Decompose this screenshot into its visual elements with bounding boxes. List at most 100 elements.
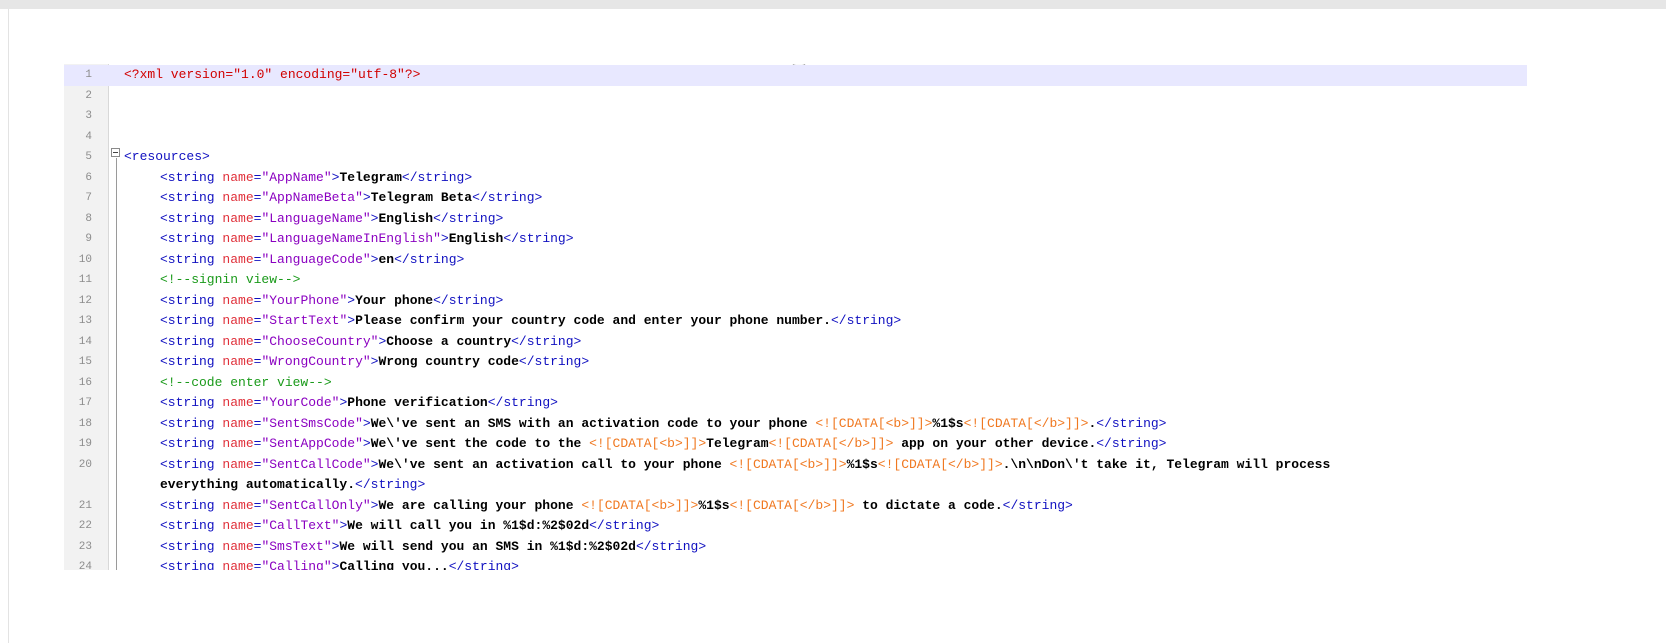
token: "SentSmsCode"	[261, 415, 363, 431]
code-line[interactable]: everything automatically.</string>	[64, 475, 1527, 496]
token: <string	[160, 436, 223, 451]
line-text: <!--signin view-->	[160, 270, 300, 291]
line-text: <string name="StartText">Please confirm …	[160, 311, 901, 332]
token: Telegram	[339, 169, 402, 185]
code-line[interactable]: 1 <?xml version="1.0" encoding="utf-8"?>	[64, 65, 1527, 86]
token: <!--signin view-->	[160, 272, 301, 287]
token: "SentCallCode"	[261, 456, 371, 472]
token: </string>	[487, 395, 558, 410]
code-line[interactable]: 23 <string name="SmsText">We will send yo…	[64, 537, 1527, 558]
token: </string>	[433, 210, 504, 226]
token: We\'ve sent an SMS with an activation co…	[370, 415, 816, 431]
token: <string	[160, 538, 223, 554]
line-number: 24	[78, 561, 92, 570]
token: name	[222, 169, 254, 185]
window-top-bar	[0, 0, 1666, 9]
token: "YourPhone"	[261, 292, 348, 308]
token: <string	[160, 292, 223, 308]
code-line[interactable]: 6 <string name="AppName">Telegram</string…	[64, 168, 1527, 189]
line-text: <string name="SentCallCode">We\'ve sent …	[160, 455, 1330, 476]
line-number: 13	[78, 315, 92, 327]
token: name	[222, 456, 254, 472]
token: We are calling your phone	[378, 497, 582, 513]
token: <string	[160, 333, 223, 349]
code-line[interactable]: 13 <string name="StartText">Please confir…	[64, 311, 1527, 332]
token: name	[222, 313, 254, 328]
code-line[interactable]: 10 <string name="LanguageCode">en</string…	[64, 250, 1527, 271]
token: >	[347, 292, 356, 308]
line-number: 22	[78, 520, 92, 532]
token: Wrong country code	[378, 354, 519, 369]
token: >	[362, 436, 371, 451]
token: <![CDATA[<b>]]>	[729, 456, 847, 472]
line-text: <string name="Calling">Calling you...</s…	[160, 557, 519, 570]
code-line[interactable]: 12 <string name="YourPhone">Your phone</s…	[64, 291, 1527, 312]
line-number: 5	[85, 151, 92, 163]
line-number: 1	[85, 69, 92, 81]
token: <string	[160, 518, 223, 533]
token: name	[222, 190, 254, 205]
token: <string	[160, 169, 223, 185]
code-line[interactable]: 8 <string name="LanguageName">English</st…	[64, 209, 1527, 230]
token: </string>	[1002, 497, 1073, 513]
token: English	[378, 210, 434, 226]
token: name	[222, 559, 254, 570]
code-line[interactable]: 24 <string name="Calling">Calling you...<…	[64, 557, 1527, 570]
token: <![CDATA[</b>]]>	[877, 456, 1003, 472]
token: <![CDATA[</b>]]>	[963, 415, 1089, 431]
token: </string>	[635, 538, 707, 554]
code-line[interactable]: 19 <string name="SentAppCode">We\'ve sent…	[64, 434, 1527, 455]
code-line[interactable]: 22 <string name="CallText">We will call y…	[64, 516, 1527, 537]
code-line[interactable]: 2	[64, 86, 1527, 107]
line-number: 20	[78, 458, 92, 471]
code-line[interactable]: 7 <string name="AppNameBeta">Telegram Bet…	[64, 188, 1527, 209]
token: We will send you an SMS in %1$d:%2$02d	[339, 538, 636, 554]
code-line[interactable]: 16 <!--code enter view-->	[64, 373, 1527, 394]
line-text: <string name="LanguageName">English</str…	[160, 209, 503, 230]
code-line[interactable]: 18 <string name="SentSmsCode">We\'ve sent…	[64, 414, 1527, 435]
token: </string>	[394, 251, 465, 267]
token: name	[222, 395, 254, 410]
code-line[interactable]: 3	[64, 106, 1527, 127]
token: <string	[160, 456, 223, 472]
line-number: 14	[78, 335, 92, 348]
token: "LanguageNameInEnglish"	[261, 231, 441, 246]
code-line[interactable]: 5 <resources>	[64, 147, 1527, 168]
token: </string>	[830, 313, 902, 328]
code-editor[interactable]: 1 <?xml version="1.0" encoding="utf-8"?> 2…	[64, 64, 1527, 570]
token: <?xml version="1.0" encoding="utf-8"?>	[124, 67, 421, 82]
token: name	[222, 210, 254, 226]
line-text: <string name="WrongCountry">Wrong countr…	[160, 352, 589, 373]
token: "WrongCountry"	[261, 354, 371, 369]
code-line[interactable]: 9 <string name="LanguageNameInEnglish">En…	[64, 229, 1527, 250]
code-line[interactable]: 20 <string name="SentCallCode">We\'ve sen…	[64, 455, 1527, 476]
line-number: 3	[85, 110, 92, 122]
token: Your phone	[355, 292, 434, 308]
token: </string>	[355, 477, 426, 492]
line-number: 8	[85, 212, 92, 225]
code-line[interactable]: 21 <string name="SentCallOnly">We are cal…	[64, 496, 1527, 517]
token: We will call you in %1$d:%2$02d	[347, 518, 590, 533]
line-number: 2	[85, 89, 92, 102]
token: <string	[160, 251, 223, 267]
token: <![CDATA[</b>]]>	[768, 436, 894, 451]
token: </string>	[472, 190, 543, 205]
line-text: <!--code enter view-->	[160, 373, 332, 394]
token: >	[362, 190, 371, 205]
token: <string	[160, 497, 223, 513]
code-line[interactable]: 4	[64, 127, 1527, 148]
code-line[interactable]: 11 <!--signin view-->	[64, 270, 1527, 291]
token: <string	[160, 210, 223, 226]
token: >	[440, 231, 449, 246]
token: "CallText"	[261, 518, 340, 533]
line-text: <string name="CallText">We will call you…	[160, 516, 659, 537]
token: "YourCode"	[261, 395, 340, 410]
line-number: 21	[78, 499, 92, 512]
code-line[interactable]: 15 <string name="WrongCountry">Wrong coun…	[64, 352, 1527, 373]
line-text: <string name="YourPhone">Your phone</str…	[160, 291, 503, 312]
token: Phone verification	[347, 395, 488, 410]
line-text: everything automatically.</string>	[160, 475, 425, 496]
token: Telegram	[706, 436, 769, 451]
code-line[interactable]: 14 <string name="ChooseCountry">Choose a …	[64, 332, 1527, 353]
code-line[interactable]: 17 <string name="YourCode">Phone verifica…	[64, 393, 1527, 414]
